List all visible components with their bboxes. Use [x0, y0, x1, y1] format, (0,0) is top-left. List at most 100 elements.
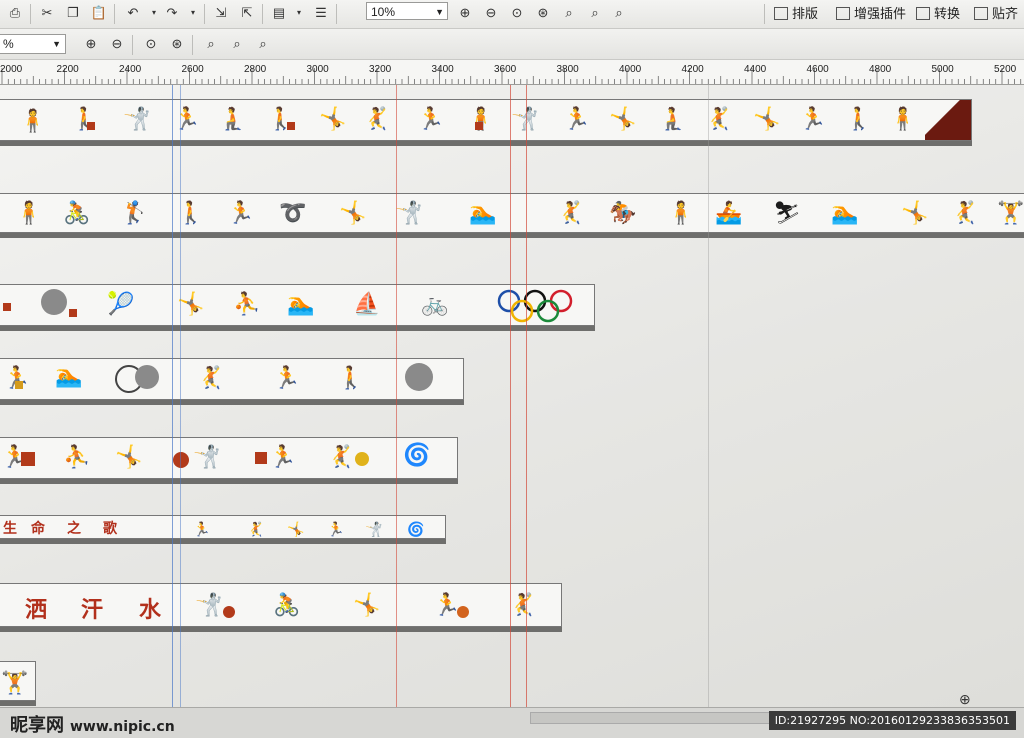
ruler-tick-label: 2000	[0, 64, 23, 75]
snap-menu-button[interactable]: 贴齐	[974, 5, 1018, 23]
red-seal-icon	[69, 309, 77, 317]
plugin-icon	[836, 7, 850, 20]
zoom-selected-icon[interactable]: ⊙	[508, 5, 526, 21]
weightlifting-icon: 🏋	[1, 670, 29, 695]
vertical-guideline[interactable]	[510, 85, 511, 707]
zoom-page-icon[interactable]: ⌕	[202, 36, 220, 52]
toolbar-separator	[192, 35, 193, 55]
equestrian-icon: 🏇	[609, 200, 637, 225]
ruler-tick-label: 4000	[619, 64, 642, 75]
image-id-badge: ID:21927295 NO:20160129233836353501	[768, 711, 1016, 730]
ruler-tick-label: 4200	[682, 64, 705, 75]
vertical-guideline[interactable]	[396, 85, 397, 707]
horizontal-ruler[interactable]: 2000 2200 2400 2600 2800 3000 3200 3400 3600 3800…	[0, 60, 1024, 85]
redo-dropdown-icon[interactable]: ▾	[184, 5, 202, 21]
print-icon[interactable]: ⎙	[6, 5, 24, 21]
main-toolbar: ⎙ ✂ ❐ 📋 ↶ ▾ ↷ ▾ ⇲ ⇱ ▤ ▾ ☰ 10% ▼ ⊕ ⊖ ⊙ ⊛ …	[0, 0, 1024, 29]
zoom-height-icon[interactable]: ⌕	[610, 5, 628, 21]
zoom-page-icon[interactable]: ⌕	[560, 5, 578, 21]
design-strip-6[interactable]: 生 命 之 歌 🏃 🤾 🤸 🏃 🤺 🌀	[0, 515, 446, 544]
zoom-selected-icon[interactable]: ⊙	[142, 36, 160, 52]
zoom-select-secondary[interactable]: % ▼	[0, 34, 66, 54]
figure-icon: 🧍	[889, 106, 917, 131]
zoom-height-icon[interactable]: ⌕	[254, 36, 272, 52]
athlete-icon: 🤾	[509, 592, 537, 617]
zoom-in-icon[interactable]: ⊕	[82, 36, 100, 52]
athlete-icon: 🏃	[433, 592, 461, 617]
figure-icon: 🤸	[753, 106, 781, 131]
ruler-tick-label: 3800	[557, 64, 580, 75]
ruler-tick-label: 3600	[494, 64, 517, 75]
options-icon[interactable]: ☰	[312, 5, 330, 21]
zoom-out-icon[interactable]: ⊖	[108, 36, 126, 52]
plugins-menu-button[interactable]: 增强插件	[836, 5, 906, 23]
publish-dropdown-icon[interactable]: ▾	[290, 5, 308, 21]
publish-pdf-icon[interactable]: ▤	[270, 5, 288, 21]
cut-icon[interactable]: ✂	[38, 5, 56, 21]
import-icon[interactable]: ⇲	[212, 5, 230, 21]
tennis-icon: 🎾	[107, 291, 135, 316]
sailing-icon: ⛵	[353, 291, 381, 316]
design-strip-5[interactable]: 🏃 ⛹ 🤸 🤺 🏃 🤾 🌀	[0, 437, 458, 484]
red-seal-icon	[21, 452, 35, 466]
property-bar: % ▼ ⊕ ⊖ ⊙ ⊛ ⌕ ⌕ ⌕	[0, 29, 1024, 60]
small-athlete-icon: 🤾	[247, 521, 265, 537]
site-url: www.nipic.cn	[70, 719, 175, 735]
corner-decoration	[925, 100, 971, 140]
vertical-guideline[interactable]	[180, 85, 181, 707]
drawing-canvas[interactable]: 🧍 🚶 🤺 🏃 🧎 🚶 🤸 🤾 🏃 🧍 🤺 🏃 🤸 🧎 🤾 🤸 🏃 🚶 🧍 🧍 …	[0, 85, 1024, 707]
vertical-guideline[interactable]	[172, 85, 173, 707]
red-badge-icon	[223, 606, 235, 618]
zoom-width-icon[interactable]: ⌕	[586, 5, 604, 21]
gymnastics-icon: 🤸	[177, 291, 205, 316]
design-strip-7[interactable]: 洒 汗 水 🤺 🚴 🤸 🏃 🤾	[0, 583, 562, 632]
chevron-down-icon: ▼	[52, 39, 61, 49]
design-strip-1[interactable]: 🧍 🚶 🤺 🏃 🧎 🚶 🤸 🤾 🏃 🧍 🤺 🏃 🤸 🧎 🤾 🤸 🏃 🚶 🧍	[0, 99, 972, 146]
diving-icon: 🏊	[287, 291, 315, 316]
layout-menu-button[interactable]: 排版	[774, 5, 818, 23]
athlete-icon: 🏃	[227, 200, 255, 225]
layout-menu-label: 排版	[792, 6, 819, 21]
horizontal-scrollbar[interactable]	[530, 712, 772, 724]
athlete-icon: 🧍	[15, 200, 43, 225]
zoom-width-icon[interactable]: ⌕	[228, 36, 246, 52]
design-strip-2[interactable]: 🧍 🚴 🏌 🚶 🏃 ➰ 🤸 🤺 🏊 🤾 🏇 🧍 🚣 ⛷ 🏊 🤸 🤾 🏋	[0, 193, 1024, 238]
red-seal-icon	[87, 122, 95, 130]
redo-icon[interactable]: ↷	[163, 5, 181, 21]
chevron-down-icon: ▼	[435, 7, 444, 17]
zoom-all-icon[interactable]: ⊛	[168, 36, 186, 52]
figure-icon: 🏃	[417, 106, 445, 131]
fencing-icon: 🤺	[395, 200, 423, 225]
strip6-char: 之	[67, 522, 81, 537]
undo-dropdown-icon[interactable]: ▾	[145, 5, 163, 21]
zoom-cursor-icon: ⊕	[959, 691, 971, 707]
figure-icon: 🧎	[219, 106, 247, 131]
athlete-icon: 🏌	[121, 200, 149, 225]
zoom-out-icon[interactable]: ⊖	[482, 5, 500, 21]
snap-icon	[974, 7, 988, 20]
ruler-ticks: 2000 2200 2400 2600 2800 3000 3200 3400 3600 3800…	[0, 64, 1022, 84]
red-seal-icon	[3, 303, 11, 311]
toolbar-separator	[764, 4, 765, 24]
design-strip-3[interactable]: 🎾 🤸 ⛹ 🏊 ⛵ 🚲	[0, 284, 595, 331]
vertical-guideline[interactable]	[526, 85, 527, 707]
figure-icon: 🤸	[609, 106, 637, 131]
export-icon[interactable]: ⇱	[238, 5, 256, 21]
shooting-icon: 🤺	[195, 592, 223, 617]
toolbar-separator	[262, 4, 263, 24]
undo-icon[interactable]: ↶	[124, 5, 142, 21]
vertical-guideline[interactable]	[708, 85, 709, 707]
zoom-select-secondary-value: %	[3, 37, 14, 51]
figure-icon: 🤾	[363, 106, 391, 131]
design-strip-4[interactable]: 🏃 🏊 🤾 🏃 🚶	[0, 358, 464, 405]
paste-icon[interactable]: 📋	[90, 5, 108, 21]
convert-menu-button[interactable]: 转换	[916, 5, 960, 23]
figure-icon: 🤺	[123, 106, 151, 131]
design-strip-8[interactable]: 🏋	[0, 661, 36, 706]
zoom-level-select[interactable]: 10% ▼	[366, 2, 448, 20]
copy-icon[interactable]: ❐	[64, 5, 82, 21]
zoom-in-icon[interactable]: ⊕	[456, 5, 474, 21]
zoom-all-icon[interactable]: ⊛	[534, 5, 552, 21]
status-area: 昵享网 www.nipic.cn ID:21927295 NO:201601292…	[0, 707, 1024, 738]
rowing-badge-icon	[41, 289, 67, 315]
